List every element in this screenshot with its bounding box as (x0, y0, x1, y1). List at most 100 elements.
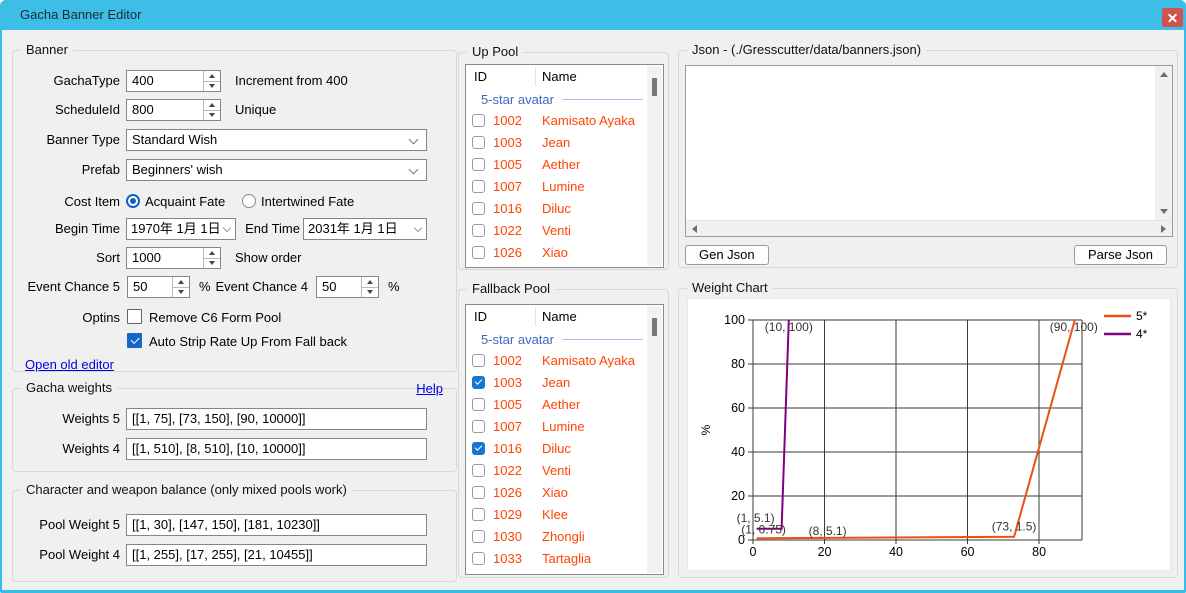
intertwined-fate-radio[interactable] (242, 194, 256, 208)
pool-row-1007[interactable]: 1007Lumine (466, 415, 663, 437)
prefab-value: Beginners' wish (132, 160, 223, 180)
pool-row-1003[interactable]: 1003Jean (466, 131, 663, 153)
end-time-label: End Time (193, 218, 300, 240)
gachatype-caption: Increment from 400 (235, 70, 348, 92)
json-group: Json - (./Gresscutter/data/banners.json)… (678, 50, 1178, 268)
spinner-up-icon[interactable] (204, 100, 220, 110)
row-checkbox[interactable] (472, 224, 485, 237)
sort-caption: Show order (235, 247, 301, 269)
help-link[interactable]: Help (416, 381, 443, 397)
row-checkbox[interactable] (472, 180, 485, 193)
scheduleid-spinner[interactable] (203, 100, 220, 120)
json-content[interactable] (690, 68, 1152, 216)
remove-c6-checkbox[interactable] (127, 309, 142, 324)
scrollbar-thumb[interactable] (652, 78, 657, 96)
pool-row-1026[interactable]: 1026Xiao (466, 241, 663, 263)
spinner-down-icon[interactable] (204, 81, 220, 92)
spinner-down-icon[interactable] (204, 258, 220, 269)
scroll-down-icon[interactable] (1160, 209, 1168, 214)
up-pool-scrollbar[interactable] (647, 66, 662, 266)
row-checkbox[interactable] (472, 420, 485, 433)
json-horizontal-scrollbar[interactable] (686, 220, 1172, 236)
weight-chart: 020406080020406080100%(10, 100)(90, 100)… (688, 299, 1172, 572)
spinner-up-icon[interactable] (362, 277, 378, 287)
event-chance-5-spinner[interactable] (172, 277, 189, 297)
row-checkbox[interactable] (472, 376, 485, 389)
weights-4-input[interactable]: [[1, 510], [8, 510], [10, 10000]] (126, 438, 427, 460)
sort-input[interactable]: 1000 (126, 247, 221, 269)
pool-row-1016[interactable]: 1016Diluc (466, 437, 663, 459)
scheduleid-input[interactable]: 800 (126, 99, 221, 121)
row-checkbox[interactable] (472, 464, 485, 477)
spinner-down-icon[interactable] (204, 110, 220, 121)
json-vertical-scrollbar[interactable] (1155, 66, 1172, 220)
scroll-up-icon[interactable] (1160, 72, 1168, 77)
titlebar[interactable]: Gacha Banner Editor (0, 0, 1186, 30)
pool-row-1002[interactable]: 1002Kamisato Ayaka (466, 109, 663, 131)
pool-row-1033[interactable]: 1033Tartaglia (466, 547, 663, 569)
row-checkbox[interactable] (472, 354, 485, 367)
row-checkbox[interactable] (472, 508, 485, 521)
pool-row-1016[interactable]: 1016Diluc (466, 197, 663, 219)
pool-row-1030[interactable]: 1030Zhongli (466, 525, 663, 547)
gen-json-button[interactable]: Gen Json (685, 245, 769, 265)
pool-row-1035[interactable]: 1035Qiqi (466, 569, 663, 575)
row-checkbox[interactable] (472, 574, 485, 576)
row-checkbox[interactable] (472, 398, 485, 411)
row-checkbox[interactable] (472, 136, 485, 149)
pool-weight-4-input[interactable]: [[1, 255], [17, 255], [21, 10455]] (126, 544, 427, 566)
prefab-select[interactable]: Beginners' wish (126, 159, 427, 181)
fallback-pool-scrollbar[interactable] (647, 306, 662, 573)
spinner-up-icon[interactable] (173, 277, 189, 287)
spinner-down-icon[interactable] (362, 287, 378, 298)
scrollbar-thumb[interactable] (652, 318, 657, 336)
banner-type-select[interactable]: Standard Wish (126, 129, 427, 151)
pool-row-1003[interactable]: 1003Jean (466, 371, 663, 393)
row-checkbox[interactable] (472, 530, 485, 543)
pool-row-1005[interactable]: 1005Aether (466, 153, 663, 175)
scroll-left-icon[interactable] (692, 225, 697, 233)
event-chance-4-spinner[interactable] (361, 277, 378, 297)
row-checkbox[interactable] (472, 158, 485, 171)
scroll-right-icon[interactable] (1161, 225, 1166, 233)
end-time-picker[interactable]: 2031年 1月 1日 (303, 218, 427, 240)
gachatype-spinner[interactable] (203, 71, 220, 91)
event-chance-4-input[interactable]: 50 (316, 276, 379, 298)
row-checkbox[interactable] (472, 246, 485, 259)
row-checkbox[interactable] (472, 114, 485, 127)
close-button[interactable] (1162, 8, 1183, 27)
weights-5-input[interactable]: [[1, 75], [73, 150], [90, 10000]] (126, 408, 427, 430)
pool-row-1026[interactable]: 1026Xiao (466, 481, 663, 503)
pool-row-1029[interactable]: 1029Klee (466, 503, 663, 525)
spinner-down-icon[interactable] (173, 287, 189, 298)
weights-4-value: [[1, 510], [8, 510], [10, 10000]] (132, 439, 305, 459)
auto-strip-checkbox[interactable] (127, 333, 142, 348)
spinner-up-icon[interactable] (204, 248, 220, 258)
spinner-up-icon[interactable] (204, 71, 220, 81)
row-checkbox[interactable] (472, 202, 485, 215)
pool-weight-5-input[interactable]: [[1, 30], [147, 150], [181, 10230]] (126, 514, 427, 536)
row-name: Jean (542, 135, 570, 150)
auto-strip-label: Auto Strip Rate Up From Fall back (149, 331, 347, 353)
json-textarea[interactable] (685, 65, 1173, 237)
sort-spinner[interactable] (203, 248, 220, 268)
pool-row-1022[interactable]: 1022Venti (466, 459, 663, 481)
gachatype-input[interactable]: 400 (126, 70, 221, 92)
row-checkbox[interactable] (472, 486, 485, 499)
balance-group: Character and weapon balance (only mixed… (12, 490, 457, 582)
row-name: Venti (542, 223, 571, 238)
pool-row-1002[interactable]: 1002Kamisato Ayaka (466, 349, 663, 371)
category-line (562, 339, 643, 340)
row-checkbox[interactable] (472, 552, 485, 565)
acquaint-fate-radio[interactable] (126, 194, 140, 208)
pool-row-1022[interactable]: 1022Venti (466, 219, 663, 241)
event-chance-5-input[interactable]: 50 (127, 276, 190, 298)
open-old-editor-link[interactable]: Open old editor (25, 357, 114, 373)
scheduleid-row: ScheduleId 800 Unique (13, 99, 456, 121)
pool-row-1005[interactable]: 1005Aether (466, 393, 663, 415)
row-id: 1016 (493, 201, 542, 216)
parse-json-button[interactable]: Parse Json (1074, 245, 1167, 265)
row-id: 1022 (493, 223, 542, 238)
row-checkbox[interactable] (472, 442, 485, 455)
pool-row-1007[interactable]: 1007Lumine (466, 175, 663, 197)
